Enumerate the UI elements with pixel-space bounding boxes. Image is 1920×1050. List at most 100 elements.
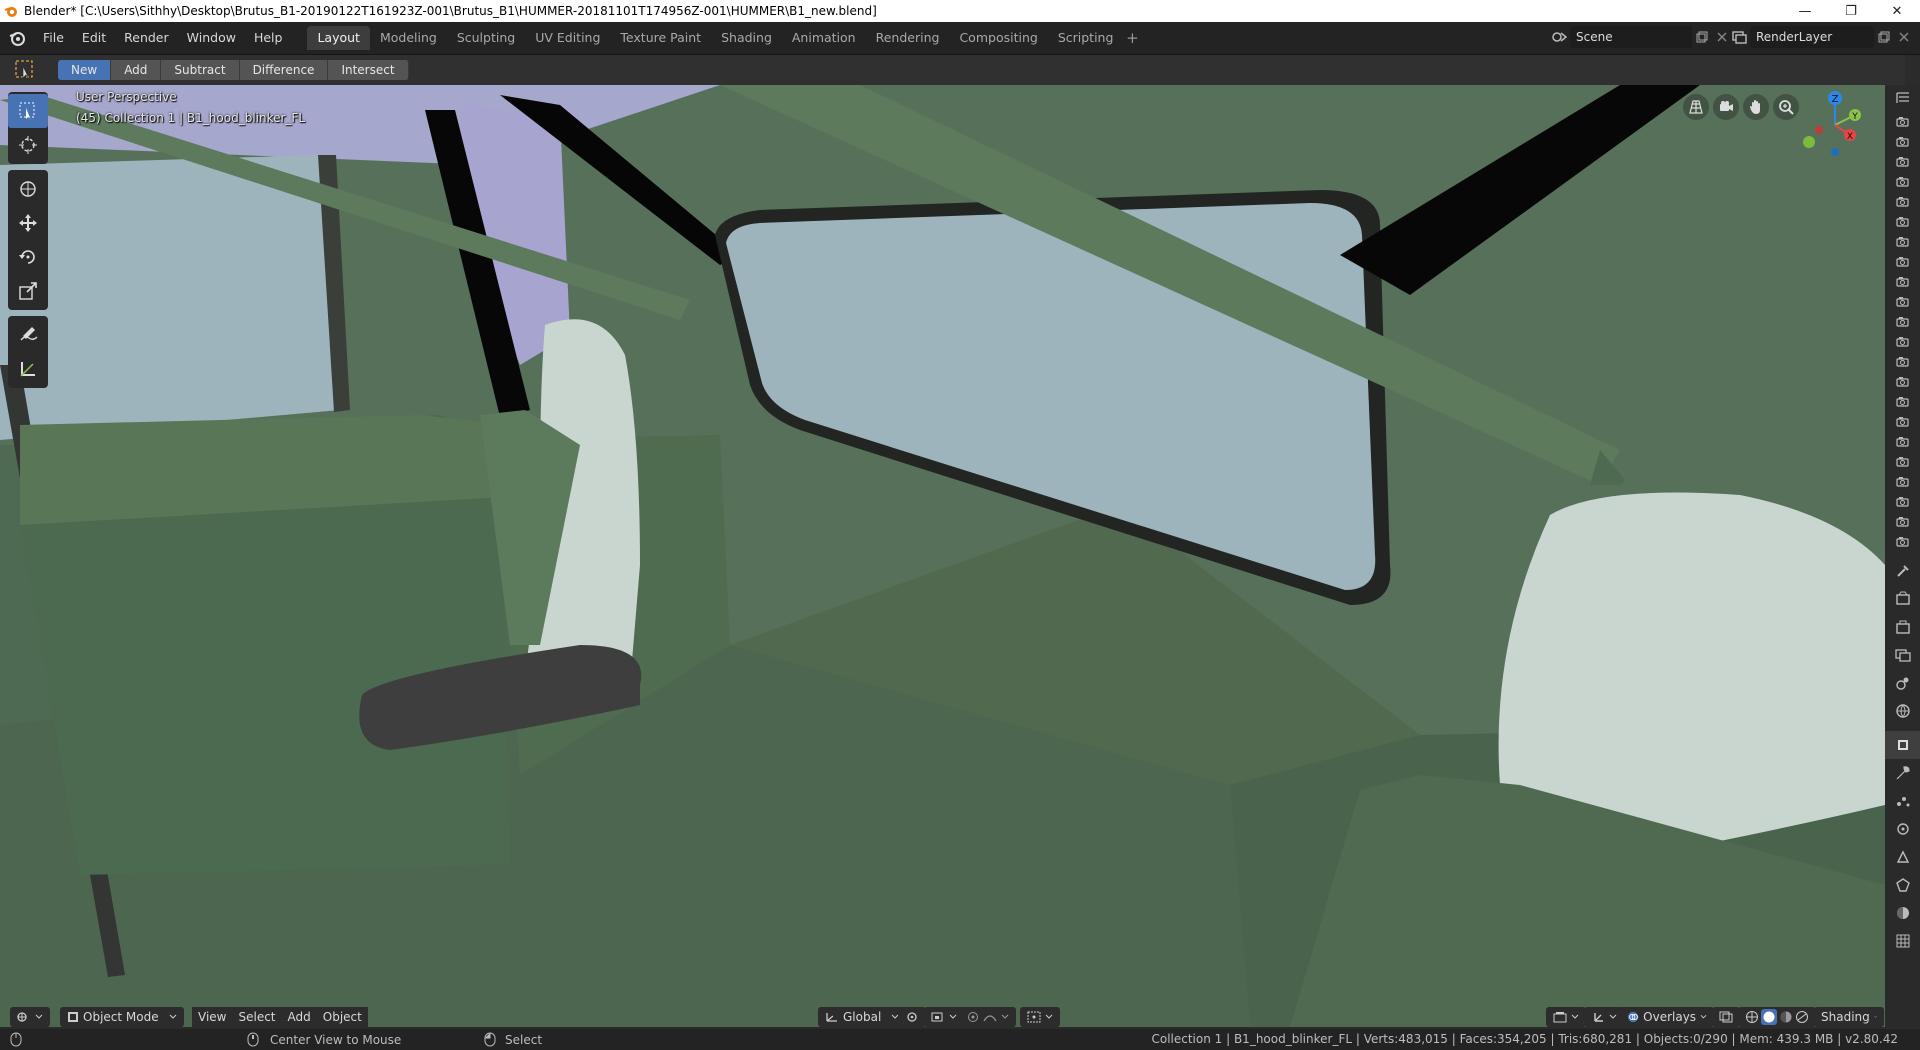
render-visibility-camera-icon[interactable] <box>1885 431 1920 451</box>
render-visibility-camera-icon[interactable] <box>1885 131 1920 151</box>
shading-options-dropdown[interactable]: Shading <box>1814 1007 1884 1027</box>
pan-view-hand-icon[interactable] <box>1743 94 1769 120</box>
close-button[interactable]: ✕ <box>1874 0 1920 22</box>
render-visibility-camera-icon[interactable] <box>1885 111 1920 131</box>
menu-render[interactable]: Render <box>115 22 178 54</box>
object-mode-dropdown[interactable]: Object Mode <box>60 1007 184 1027</box>
tab-animation[interactable]: Animation <box>782 26 866 50</box>
render-visibility-camera-icon[interactable] <box>1885 411 1920 431</box>
mode-difference-button[interactable]: Difference <box>239 60 329 80</box>
proportional-editing-toggle[interactable] <box>960 1007 1016 1027</box>
object-properties-tab-icon[interactable] <box>1885 731 1920 759</box>
tab-shading[interactable]: Shading <box>711 26 782 50</box>
modifier-properties-tab-icon[interactable] <box>1885 759 1920 787</box>
snapping-dropdown[interactable] <box>924 1007 964 1027</box>
physics-properties-tab-icon[interactable] <box>1885 815 1920 843</box>
annotate-tool-icon[interactable] <box>8 318 48 352</box>
view-layer-properties-tab-icon[interactable] <box>1885 641 1920 669</box>
scene-browse-icon[interactable] <box>1550 26 1570 48</box>
scene-name-field[interactable]: Scene <box>1570 26 1692 48</box>
measure-tool-icon[interactable] <box>8 352 48 386</box>
render-visibility-camera-icon[interactable] <box>1885 371 1920 391</box>
render-visibility-camera-icon[interactable] <box>1885 391 1920 411</box>
render-visibility-camera-icon[interactable] <box>1885 311 1920 331</box>
material-properties-tab-icon[interactable] <box>1885 899 1920 927</box>
xray-toggle[interactable] <box>1712 1007 1740 1027</box>
editor-type-menu[interactable] <box>10 1007 50 1027</box>
scene-properties-tab-icon[interactable] <box>1885 669 1920 697</box>
tab-uv-editing[interactable]: UV Editing <box>525 26 610 50</box>
object-data-properties-tab-icon[interactable] <box>1885 871 1920 899</box>
tab-rendering[interactable]: Rendering <box>866 26 950 50</box>
render-properties-tab-icon[interactable] <box>1885 585 1920 613</box>
texture-properties-tab-icon[interactable] <box>1885 927 1920 955</box>
render-visibility-camera-icon[interactable] <box>1885 231 1920 251</box>
menu-add[interactable]: Add <box>281 1007 317 1027</box>
mode-intersect-button[interactable]: Intersect <box>328 60 409 80</box>
constraints-properties-tab-icon[interactable] <box>1885 843 1920 871</box>
render-visibility-camera-icon[interactable] <box>1885 511 1920 531</box>
tab-compositing[interactable]: Compositing <box>949 26 1047 50</box>
output-properties-tab-icon[interactable] <box>1885 613 1920 641</box>
tab-layout[interactable]: Layout <box>307 26 370 50</box>
rendered-shading-icon[interactable] <box>1795 1010 1809 1024</box>
delete-scene-icon[interactable] <box>1712 26 1732 48</box>
tool-properties-tab-icon[interactable] <box>1885 557 1920 585</box>
minimize-button[interactable]: — <box>1782 0 1828 22</box>
menu-view[interactable]: View <box>192 1007 233 1027</box>
render-visibility-camera-icon[interactable] <box>1885 451 1920 471</box>
3d-viewport[interactable]: User Perspective (45) Collection 1 | B1_… <box>0 85 1885 1027</box>
restore-button[interactable]: ❐ <box>1828 0 1874 22</box>
mode-new-button[interactable]: New <box>58 60 112 80</box>
move-tool-icon[interactable] <box>8 206 48 240</box>
render-visibility-camera-icon[interactable] <box>1885 271 1920 291</box>
select-tool-icon[interactable] <box>8 94 48 128</box>
tab-sculpting[interactable]: Sculpting <box>447 26 525 50</box>
menu-edit[interactable]: Edit <box>73 22 115 54</box>
mode-add-button[interactable]: Add <box>111 60 162 80</box>
menu-object[interactable]: Object <box>316 1007 368 1027</box>
add-workspace-button[interactable]: + <box>1123 29 1141 47</box>
toggle-perspective-icon[interactable] <box>1683 94 1709 120</box>
tab-scripting[interactable]: Scripting <box>1048 26 1124 50</box>
scale-tool-icon[interactable] <box>8 274 48 308</box>
tab-modeling[interactable]: Modeling <box>370 26 447 50</box>
tab-texture-paint[interactable]: Texture Paint <box>610 26 711 50</box>
render-visibility-camera-icon[interactable] <box>1885 171 1920 191</box>
render-visibility-camera-icon[interactable] <box>1885 471 1920 491</box>
render-visibility-camera-icon[interactable] <box>1885 531 1920 551</box>
object-origin-dropdown[interactable] <box>1020 1007 1060 1027</box>
transform-tool-icon[interactable] <box>8 172 48 206</box>
mode-subtract-button[interactable]: Subtract <box>161 60 240 80</box>
cursor-tool-icon[interactable] <box>8 128 48 162</box>
overlays-dropdown[interactable]: Overlays <box>1620 1007 1714 1027</box>
render-visibility-camera-icon[interactable] <box>1885 151 1920 171</box>
wireframe-shading-icon[interactable] <box>1745 1010 1759 1024</box>
view-layer-field[interactable]: RenderLayer <box>1750 26 1874 48</box>
render-visibility-camera-icon[interactable] <box>1885 351 1920 371</box>
render-visibility-camera-icon[interactable] <box>1885 331 1920 351</box>
blender-logo-icon[interactable] <box>8 29 26 47</box>
axis-gizmo[interactable]: Z Y X <box>1795 90 1865 160</box>
menu-window[interactable]: Window <box>178 22 245 54</box>
pivot-point-dropdown[interactable] <box>898 1007 926 1027</box>
render-visibility-camera-icon[interactable] <box>1885 251 1920 271</box>
material-preview-icon[interactable] <box>1779 1010 1793 1024</box>
render-visibility-camera-icon[interactable] <box>1885 191 1920 211</box>
view-layer-browse-icon[interactable] <box>1730 26 1750 48</box>
world-properties-tab-icon[interactable] <box>1885 697 1920 725</box>
render-visibility-camera-icon[interactable] <box>1885 491 1920 511</box>
transform-orientation-dropdown[interactable]: Global <box>818 1007 906 1027</box>
outliner-filter-icon[interactable] <box>1885 85 1920 111</box>
camera-view-icon[interactable] <box>1713 94 1739 120</box>
menu-help[interactable]: Help <box>245 22 292 54</box>
particles-properties-tab-icon[interactable] <box>1885 787 1920 815</box>
new-view-layer-icon[interactable] <box>1874 26 1894 48</box>
select-box-tool-icon[interactable] <box>12 58 38 82</box>
new-scene-icon[interactable] <box>1692 26 1712 48</box>
rotate-tool-icon[interactable] <box>8 240 48 274</box>
menu-file[interactable]: File <box>34 22 73 54</box>
render-visibility-camera-icon[interactable] <box>1885 211 1920 231</box>
solid-shading-icon[interactable] <box>1761 1009 1777 1025</box>
menu-select[interactable]: Select <box>232 1007 282 1027</box>
